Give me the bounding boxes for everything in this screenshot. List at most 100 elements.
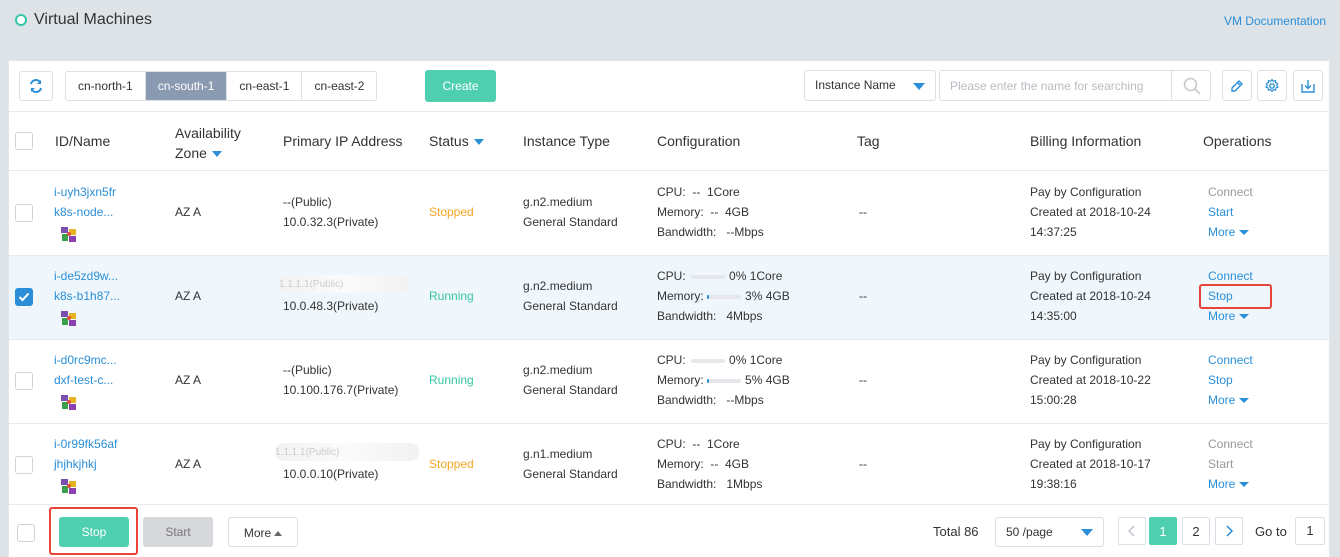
vm-list-panel: cn-north-1 cn-south-1 cn-east-1 cn-east-… [8,60,1330,557]
tab-cn-east-1[interactable]: cn-east-1 [227,72,303,100]
vm-documentation-link[interactable]: VM Documentation [1224,14,1326,28]
start-link[interactable]: Start [1208,202,1233,222]
connect-link[interactable]: Connect [1208,182,1253,202]
batch-start-button[interactable]: Start [143,517,213,547]
batch-stop-button[interactable]: Stop [59,517,129,547]
more-label: More [1208,225,1236,239]
memory-percent: 3% [745,289,763,303]
check-icon [18,292,30,302]
created-time: 19:38:16 [1030,477,1077,491]
download-icon [1301,79,1315,93]
chevron-right-icon [1226,525,1234,537]
tab-cn-east-2[interactable]: cn-east-2 [302,72,377,100]
gear-icon [1265,78,1279,92]
table-row[interactable]: i-uyh3jxn5fr k8s-node... AZ A --(Public)… [9,172,1329,256]
export-button[interactable] [1293,70,1323,101]
stop-link[interactable]: Stop [1208,370,1233,390]
col-status-label: Status [429,133,469,149]
search-field-select[interactable]: Instance Name [804,70,936,101]
memory-label: Memory: [657,373,704,387]
page-title: Virtual Machines [34,11,152,28]
instance-name-link[interactable]: k8s-node... [54,202,113,222]
create-button[interactable]: Create [425,70,496,102]
row-checkbox[interactable] [15,204,33,222]
chevron-down-icon [1081,529,1093,536]
select-all-checkbox[interactable] [15,132,33,150]
billing-mode: Pay by Configuration [1030,269,1142,283]
title-status-icon [15,14,27,26]
more-dropdown[interactable]: More [1208,474,1250,494]
bandwidth-config: Bandwidth: --Mbps [657,225,764,239]
instance-id-link[interactable]: i-de5zd9w... [54,266,118,286]
table-header: ID/Name Availability Zone Primary IP Add… [9,111,1329,171]
search-button[interactable] [1171,70,1211,101]
settings-button[interactable] [1257,70,1287,101]
search-field-label: Instance Name [815,78,896,92]
more-label: More [1208,393,1236,407]
col-availability-zone-label: Availability Zone [175,125,241,161]
created-date: Created at 2018-10-22 [1030,373,1151,387]
created-time: 14:35:00 [1030,309,1077,323]
cpu-config: CPU: -- 1Core [657,185,740,199]
instance-id-link[interactable]: i-uyh3jxn5fr [54,182,116,202]
os-icon [61,227,76,242]
instance-id-link[interactable]: i-0r99fk56af [54,434,117,454]
row-checkbox[interactable] [15,456,33,474]
edit-button[interactable] [1222,70,1252,101]
more-dropdown[interactable]: More [1208,390,1250,410]
connect-link[interactable]: Connect [1208,266,1253,286]
region-tabs: cn-north-1 cn-south-1 cn-east-1 cn-east-… [65,71,378,101]
page-1-button[interactable]: 1 [1149,517,1177,545]
goto-page-input[interactable]: 1 [1295,517,1325,545]
instance-type-desc: General Standard [523,467,618,481]
cpu-label: CPU: [657,269,686,283]
connect-link[interactable]: Connect [1208,434,1253,454]
connect-link[interactable]: Connect [1208,350,1253,370]
col-id-name: ID/Name [55,133,111,149]
cpu-config: CPU: -- 1Core [657,437,740,451]
instance-type: g.n1.medium [523,447,593,461]
status-text: Running [429,373,474,387]
public-ip: --(Public) [283,195,332,209]
edit-icon [1231,79,1243,92]
page-size-value: 50 /page [1006,525,1053,539]
chevron-down-icon [1239,230,1250,236]
row-checkbox[interactable] [15,372,33,390]
col-availability-zone[interactable]: Availability Zone [175,123,265,163]
billing-mode: Pay by Configuration [1030,353,1142,367]
public-ip: 1.1.1.1(Public) [275,443,419,461]
instance-id-link[interactable]: i-d0rc9mc... [54,350,117,370]
instance-name-link[interactable]: dxf-test-c... [54,370,113,390]
page-2-button[interactable]: 2 [1182,517,1210,545]
row-checkbox[interactable] [15,288,33,306]
more-dropdown[interactable]: More [1208,222,1250,242]
next-page-button[interactable] [1215,517,1243,545]
prev-page-button[interactable] [1118,517,1146,545]
instance-name-link[interactable]: k8s-b1h87... [54,286,120,306]
private-ip: 10.0.32.3(Private) [283,215,379,229]
col-instance-type: Instance Type [523,133,610,149]
tag-text: -- [859,289,867,303]
instance-name-link[interactable]: jhjhkjhkj [54,454,97,474]
table-row[interactable]: i-d0rc9mc... dxf-test-c... AZ A --(Publi… [9,340,1329,424]
instance-type: g.n2.medium [523,279,593,293]
status-text: Running [429,289,474,303]
start-link[interactable]: Start [1208,454,1233,474]
footer-select-all-checkbox[interactable] [17,524,35,542]
cpu-percent: 0% [729,353,747,367]
batch-more-button[interactable]: More [228,517,298,547]
col-status[interactable]: Status [429,133,484,149]
private-ip: 10.0.0.10(Private) [283,467,379,481]
os-icon [61,311,76,326]
tab-cn-north-1[interactable]: cn-north-1 [66,72,146,100]
more-dropdown[interactable]: More [1208,306,1250,326]
page-size-select[interactable]: 50 /page [995,517,1104,547]
instance-type-desc: General Standard [523,299,618,313]
table-footer: Stop Start More Total 86 50 /page 1 2 Go… [9,504,1329,557]
refresh-button[interactable] [19,71,53,101]
bandwidth-config: Bandwidth: 1Mbps [657,477,763,491]
table-row[interactable]: i-0r99fk56af jhjhkjhkj AZ A 1.1.1.1(Publ… [9,424,1329,508]
instance-type: g.n2.medium [523,195,593,209]
tab-cn-south-1[interactable]: cn-south-1 [145,72,228,100]
table-row[interactable]: i-de5zd9w... k8s-b1h87... AZ A 1.1.1.1(P… [9,256,1329,340]
